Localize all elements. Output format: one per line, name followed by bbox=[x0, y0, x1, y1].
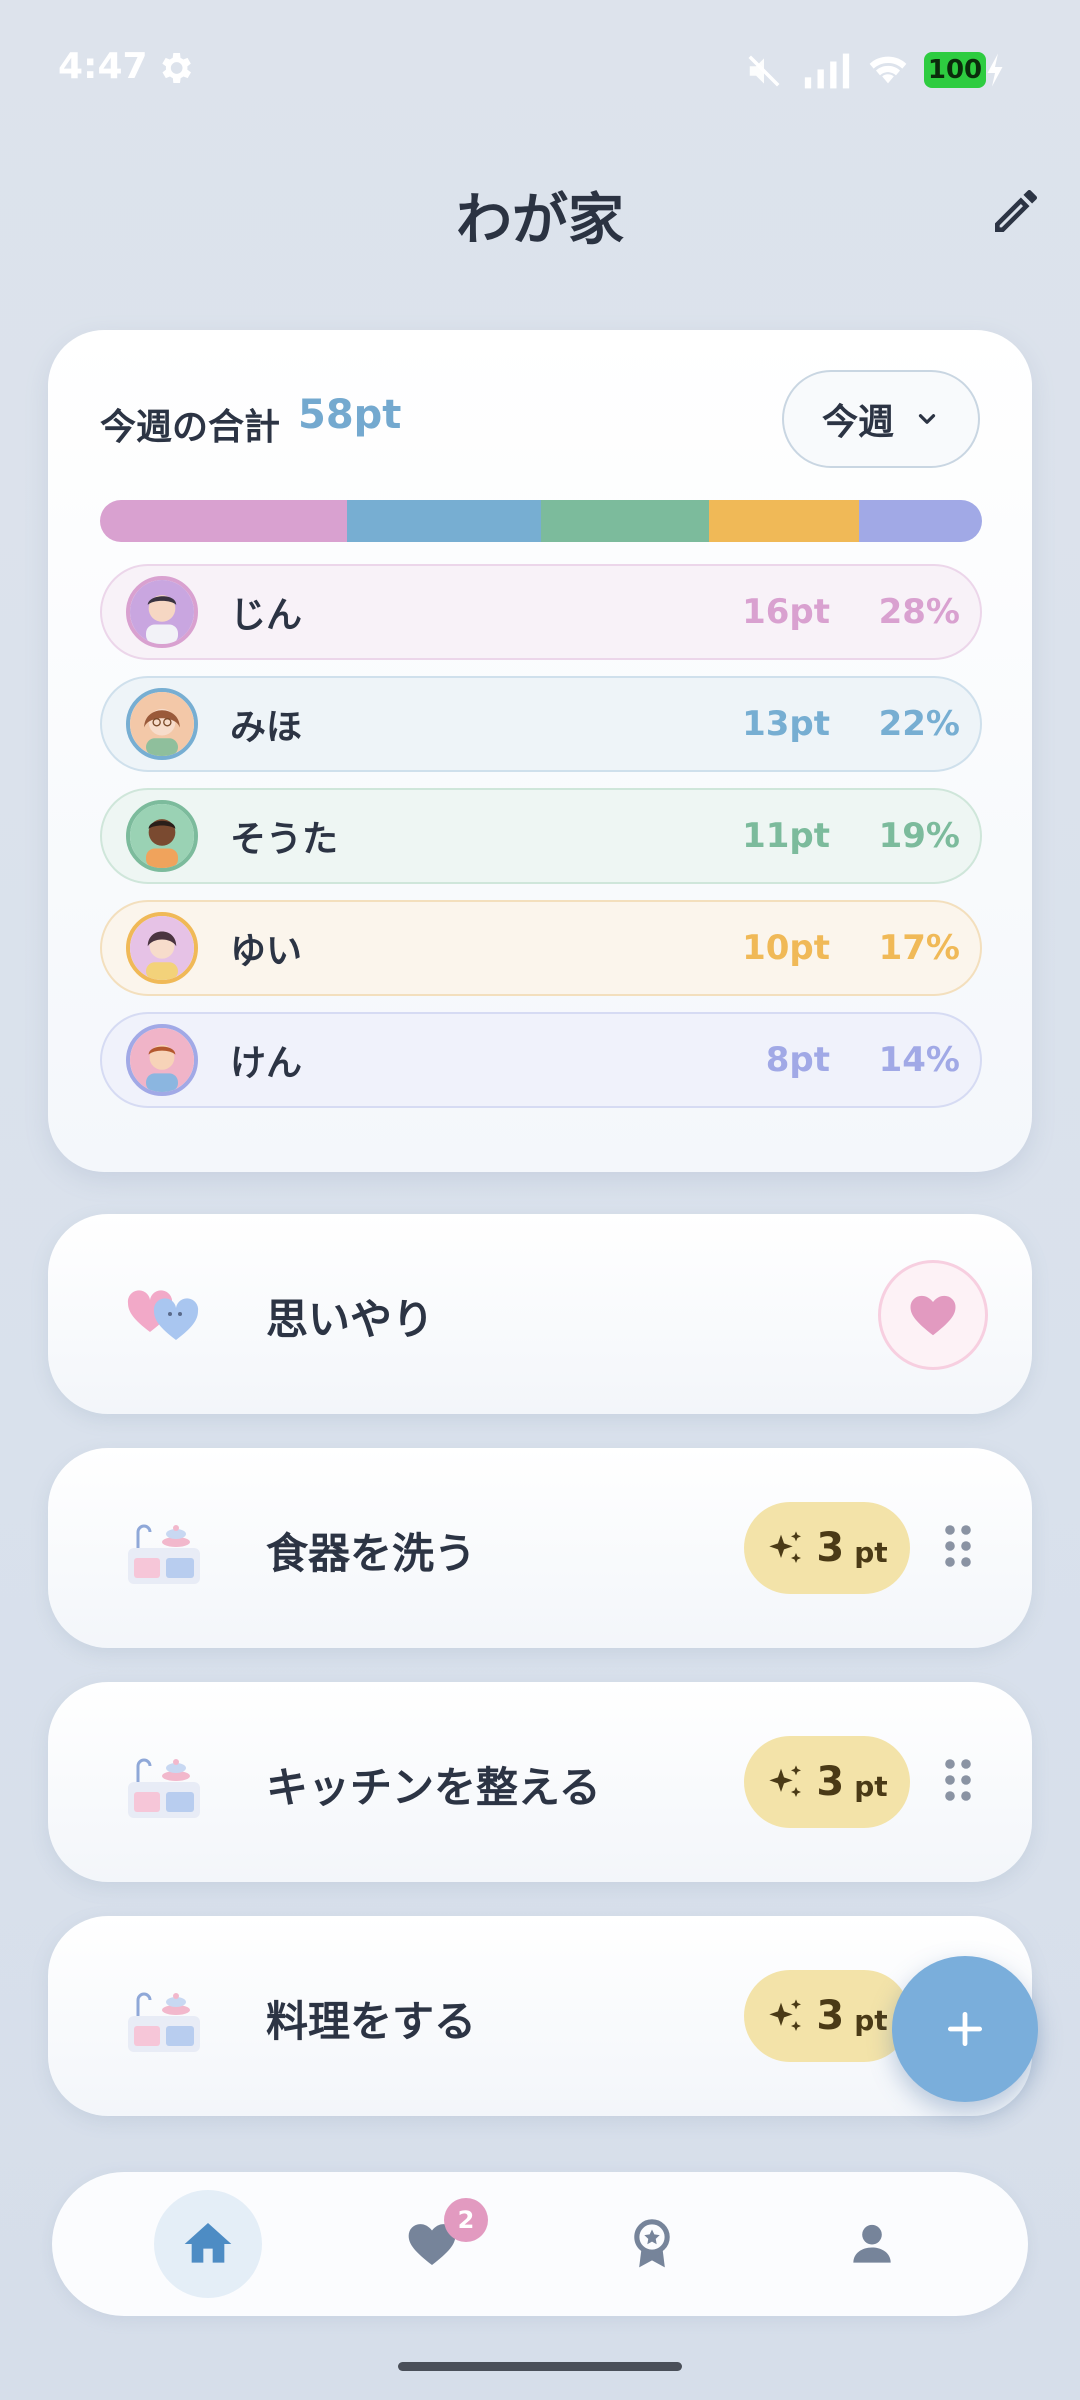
drag-handle-icon[interactable] bbox=[944, 1758, 972, 1802]
charging-bolt-icon bbox=[987, 53, 1003, 87]
member-points: 16pt bbox=[742, 592, 830, 632]
plus-icon bbox=[947, 2011, 983, 2047]
signal-icon bbox=[804, 53, 850, 89]
share-bar-segment-0 bbox=[100, 500, 347, 542]
summary-total: 58pt bbox=[298, 392, 402, 438]
mute-icon bbox=[748, 55, 780, 87]
hearts-icon bbox=[127, 1290, 199, 1340]
points-unit: pt bbox=[854, 1535, 888, 1569]
nav-home[interactable] bbox=[154, 2190, 262, 2298]
home-indicator bbox=[398, 2362, 682, 2371]
pencil-icon[interactable] bbox=[988, 183, 1044, 239]
points-value: 3 bbox=[816, 1759, 845, 1805]
points-value: 3 bbox=[816, 1993, 845, 2039]
battery-icon: 100 bbox=[924, 52, 986, 88]
member-name: じん bbox=[230, 595, 303, 636]
member-row-2[interactable]: そうた 11pt 19% bbox=[100, 788, 982, 884]
heart-icon bbox=[910, 1295, 956, 1336]
kitchen-icon bbox=[128, 1758, 200, 1818]
add-task-button[interactable] bbox=[892, 1956, 1038, 2102]
points-unit: pt bbox=[854, 1769, 888, 1803]
task-label: 料理をする bbox=[266, 1997, 477, 2046]
sparkle-icon bbox=[769, 1531, 802, 1563]
person-icon bbox=[853, 2224, 891, 2263]
task-card-wash-dishes[interactable]: 食器を洗う 3 pt bbox=[48, 1448, 1032, 1648]
weekly-summary-card: 今週の合計 58pt 今週 じん 16pt 28% みほ 13pt 22% そう… bbox=[48, 330, 1032, 1172]
task-card-kindness[interactable]: 思いやり bbox=[48, 1214, 1032, 1414]
member-row-1[interactable]: みほ 13pt 22% bbox=[100, 676, 982, 772]
points-value: 3 bbox=[816, 1525, 845, 1571]
notification-badge: 2 bbox=[444, 2198, 488, 2242]
drag-handle-icon[interactable] bbox=[944, 1524, 972, 1568]
share-bar-segment-2 bbox=[540, 500, 709, 542]
status-bar: 4:47 100 bbox=[0, 40, 1080, 96]
wifi-icon bbox=[869, 56, 907, 84]
nav-kindness[interactable]: 2 bbox=[378, 2190, 488, 2298]
member-name: ゆい bbox=[230, 931, 303, 972]
member-percent: 17% bbox=[878, 928, 960, 968]
sparkle-icon bbox=[769, 1999, 802, 2031]
member-row-3[interactable]: ゆい 10pt 17% bbox=[100, 900, 982, 996]
chevron-down-icon bbox=[918, 414, 936, 424]
member-row-0[interactable]: じん 16pt 28% bbox=[100, 564, 982, 660]
member-points: 10pt bbox=[742, 928, 830, 968]
kitchen-icon bbox=[128, 1992, 200, 2052]
share-bar bbox=[100, 500, 982, 542]
points-badge: 3 pt bbox=[744, 1736, 910, 1828]
kitchen-icon bbox=[128, 1524, 200, 1584]
share-bar-segment-3 bbox=[708, 500, 859, 542]
member-percent: 28% bbox=[878, 592, 960, 632]
points-badge: 3 pt bbox=[744, 1970, 910, 2062]
member-name: そうた bbox=[230, 819, 339, 860]
avatar bbox=[126, 912, 198, 984]
task-label: 思いやり bbox=[266, 1295, 435, 1344]
heart-button[interactable] bbox=[878, 1260, 988, 1370]
share-bar-segment-1 bbox=[346, 500, 541, 542]
nav-awards[interactable] bbox=[598, 2190, 706, 2298]
gear-icon bbox=[162, 53, 191, 83]
task-label: キッチンを整える bbox=[266, 1763, 601, 1812]
member-percent: 14% bbox=[878, 1040, 960, 1080]
avatar bbox=[126, 688, 198, 760]
member-name: みほ bbox=[230, 707, 303, 748]
summary-title: 今週の合計 bbox=[100, 407, 281, 448]
share-bar-segment-4 bbox=[858, 500, 982, 542]
member-percent: 22% bbox=[878, 704, 960, 744]
page-title: わが家 bbox=[456, 188, 624, 253]
task-card-cook[interactable]: 料理をする 3 pt bbox=[48, 1916, 1032, 2116]
task-card-tidy-kitchen[interactable]: キッチンを整える 3 pt bbox=[48, 1682, 1032, 1882]
task-label: 食器を洗う bbox=[266, 1529, 477, 1578]
points-badge: 3 pt bbox=[744, 1502, 910, 1594]
home-icon bbox=[184, 2223, 232, 2263]
points-unit: pt bbox=[854, 2003, 888, 2037]
sparkle-icon bbox=[769, 1765, 802, 1797]
avatar bbox=[126, 800, 198, 872]
avatar bbox=[126, 576, 198, 648]
avatar bbox=[126, 1024, 198, 1096]
member-points: 13pt bbox=[742, 704, 830, 744]
member-name: けん bbox=[230, 1043, 303, 1084]
member-points: 11pt bbox=[742, 816, 830, 856]
member-points: 8pt bbox=[765, 1040, 830, 1080]
period-select[interactable]: 今週 bbox=[782, 370, 980, 468]
bottom-nav: 2 bbox=[52, 2172, 1028, 2316]
status-time: 4:47 bbox=[58, 46, 148, 87]
nav-profile[interactable] bbox=[818, 2190, 926, 2298]
member-percent: 19% bbox=[878, 816, 960, 856]
period-select-value: 今週 bbox=[821, 402, 894, 443]
award-icon bbox=[634, 2219, 670, 2268]
screen: 4:47 100 わが家 今週の合計 58pt 今週 じん 16pt 28% み… bbox=[0, 0, 1080, 2400]
member-row-4[interactable]: けん 8pt 14% bbox=[100, 1012, 982, 1108]
